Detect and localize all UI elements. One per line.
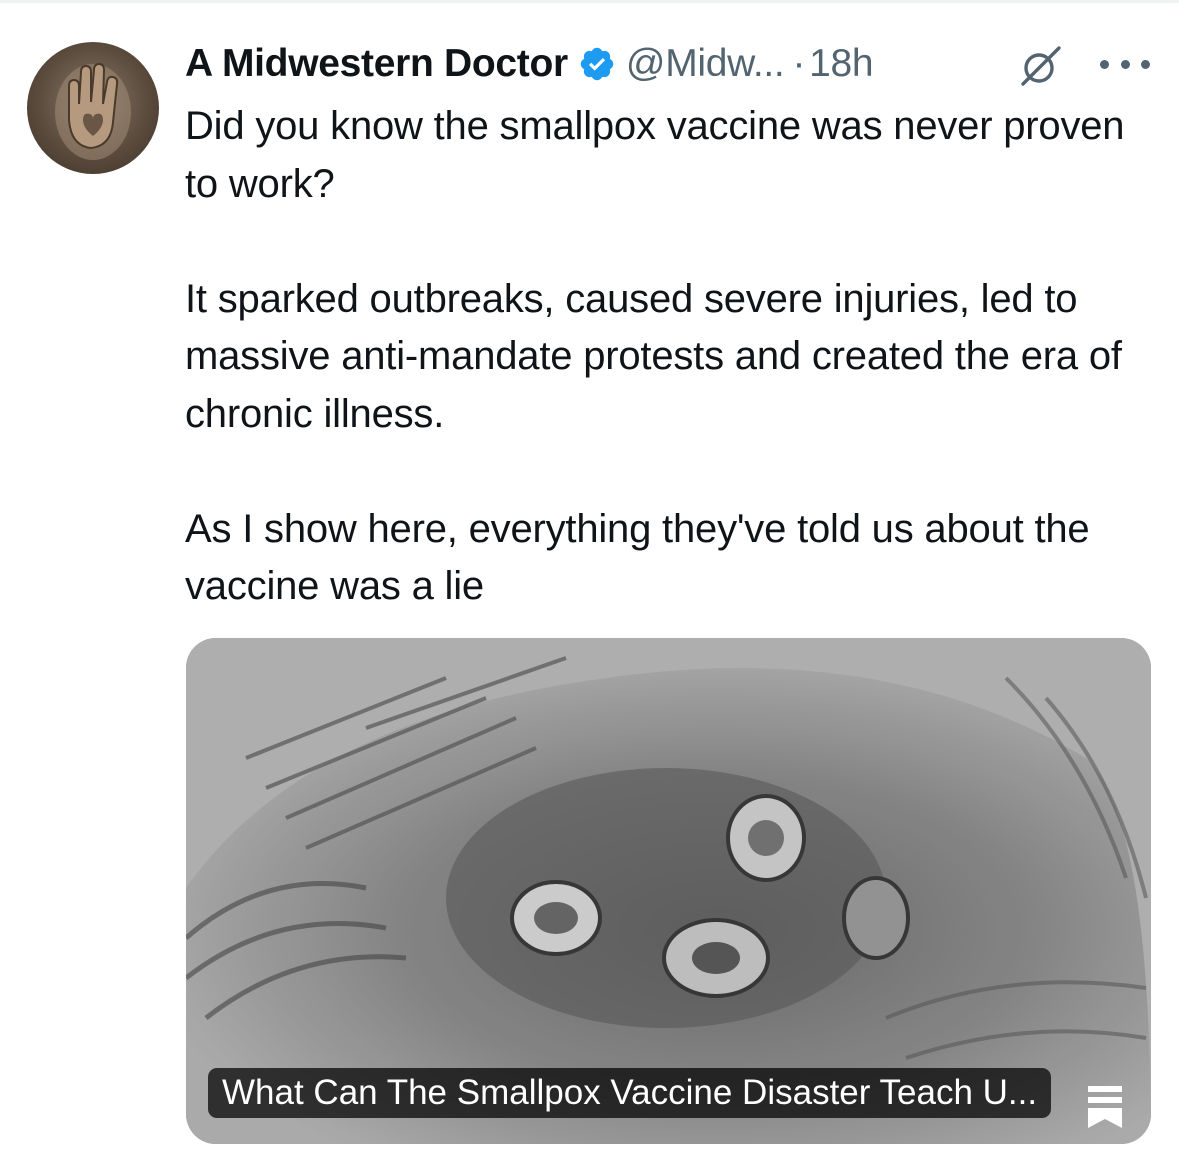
author-handle[interactable]: @Midw...	[626, 42, 785, 86]
avatar[interactable]	[27, 42, 159, 174]
more-icon[interactable]	[1100, 44, 1150, 84]
substack-icon	[1086, 1084, 1124, 1130]
top-divider	[0, 0, 1179, 3]
link-card[interactable]: What Can The Smallpox Vaccine Disaster T…	[186, 638, 1151, 1144]
more-dot	[1100, 59, 1109, 69]
verified-badge-icon	[578, 45, 616, 83]
link-card-title[interactable]: What Can The Smallpox Vaccine Disaster T…	[208, 1068, 1052, 1118]
separator-dot: ·	[792, 42, 806, 85]
grok-icon[interactable]	[1019, 44, 1063, 88]
more-dot	[1141, 59, 1150, 69]
author-name[interactable]: A Midwestern Doctor	[185, 42, 568, 86]
tweet-header: A Midwestern Doctor @Midw... · 18h	[185, 36, 874, 92]
tweet-text: Did you know the smallpox vaccine was ne…	[185, 104, 1125, 608]
tweet-time[interactable]: 18h	[809, 42, 873, 86]
more-dot	[1120, 59, 1130, 69]
